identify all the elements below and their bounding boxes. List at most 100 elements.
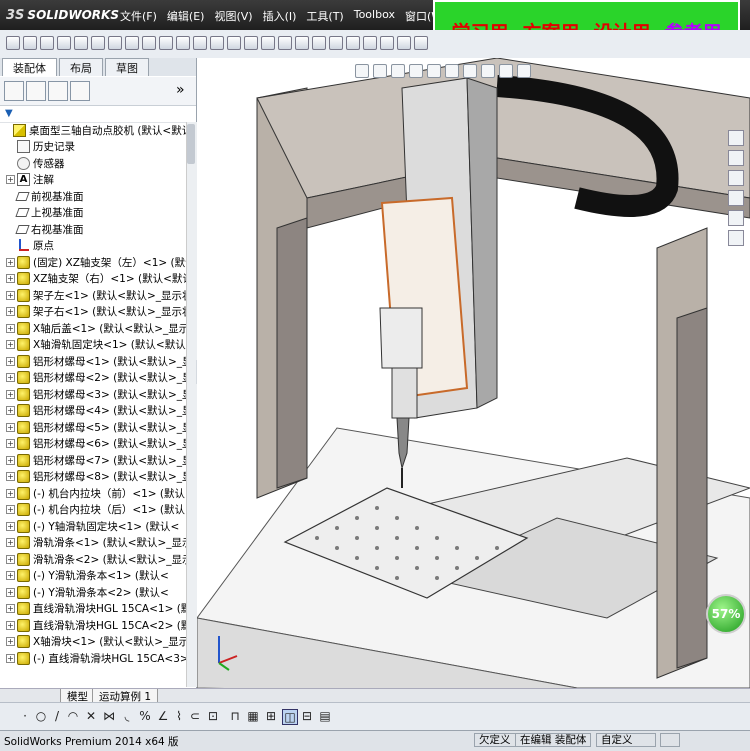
- tree-item[interactable]: + 铝形材螺母<8> (默认<默认>_显示状: [0, 469, 186, 485]
- expand-toggle-icon[interactable]: +: [6, 472, 15, 481]
- fillet-icon[interactable]: ◟: [120, 709, 134, 723]
- tree-item[interactable]: + 滑轨滑条<1> (默认<默认>_显示状: [0, 535, 186, 551]
- tree-item[interactable]: + 铝形材螺母<1> (默认<默认>_显示状: [0, 353, 186, 369]
- expand-toggle-icon[interactable]: +: [6, 340, 15, 349]
- performance-gauge[interactable]: 57%: [706, 594, 746, 634]
- expand-toggle-icon[interactable]: +: [6, 175, 15, 184]
- expand-toggle-icon[interactable]: +: [6, 439, 15, 448]
- tree-item[interactable]: + (-) 机台内拉块（前）<1> (默认<: [0, 485, 186, 501]
- help-status-icon[interactable]: [660, 733, 680, 747]
- panel-tab[interactable]: 布局: [59, 58, 103, 76]
- tree-scrollbar[interactable]: [186, 122, 197, 687]
- linear-pattern-icon[interactable]: [176, 36, 190, 50]
- configuration-manager-icon[interactable]: [48, 81, 68, 101]
- edit-appearance-icon[interactable]: [481, 64, 495, 78]
- table-icon[interactable]: ⊟: [300, 709, 314, 723]
- resources-icon[interactable]: [728, 130, 744, 146]
- display-style-icon[interactable]: [445, 64, 459, 78]
- tab-model[interactable]: 模型: [60, 689, 95, 703]
- view-settings-icon[interactable]: [517, 64, 531, 78]
- tree-item[interactable]: + 铝形材螺母<2> (默认<默认>_显示状: [0, 370, 186, 386]
- feature-tree-icon[interactable]: [4, 81, 24, 101]
- tree-item[interactable]: 原点: [0, 238, 186, 254]
- view-palette-icon[interactable]: [728, 190, 744, 206]
- tree-item[interactable]: 桌面型三轴自动点胶机 (默认<默认_显: [0, 122, 186, 138]
- expand-toggle-icon[interactable]: +: [6, 587, 15, 597]
- open-icon[interactable]: [23, 36, 37, 50]
- tree-item[interactable]: + (-) Y滑轨滑条本<2> (默认<: [0, 584, 186, 600]
- expand-toggle-icon[interactable]: +: [6, 505, 15, 514]
- menu-item[interactable]: 插入(I): [263, 8, 297, 24]
- expand-toggle-icon[interactable]: [6, 241, 15, 250]
- tree-item[interactable]: + 架子右<1> (默认<默认>_显示状态: [0, 304, 186, 320]
- tree-item[interactable]: + 架子左<1> (默认<默认>_显示状态: [0, 287, 186, 303]
- undo-icon[interactable]: [74, 36, 88, 50]
- rebuild-icon[interactable]: [108, 36, 122, 50]
- expand-toggle-icon[interactable]: +: [6, 637, 15, 646]
- print-icon[interactable]: [57, 36, 71, 50]
- arc-icon[interactable]: ◠: [66, 709, 80, 723]
- filter-icon[interactable]: ▼: [5, 108, 15, 119]
- measure-icon[interactable]: [397, 36, 411, 50]
- interference-icon[interactable]: [346, 36, 360, 50]
- mass-properties-icon[interactable]: [414, 36, 428, 50]
- panel-tab[interactable]: 装配体: [2, 58, 57, 76]
- expand-toggle-icon[interactable]: +: [6, 257, 15, 267]
- move-component-icon[interactable]: [210, 36, 224, 50]
- tree-item[interactable]: + 铝形材螺母<3> (默认<默认>_显示状: [0, 386, 186, 402]
- trim-icon[interactable]: ✕: [84, 709, 98, 723]
- expand-toggle-icon[interactable]: +: [6, 538, 15, 547]
- expand-toggle-icon[interactable]: +: [6, 620, 15, 630]
- expand-toggle-icon[interactable]: +: [6, 389, 15, 399]
- menu-item[interactable]: 文件(F): [120, 8, 157, 24]
- tree-item[interactable]: + A 注解: [0, 172, 186, 188]
- grid-icon[interactable]: ▦: [246, 709, 260, 723]
- solidworks-logo[interactable]: 3S SOLIDWORKS: [6, 6, 119, 24]
- exploded-view-icon[interactable]: [312, 36, 326, 50]
- tab-motion-study[interactable]: 运动算例 1: [92, 689, 159, 703]
- tree-scrollbar-thumb[interactable]: [187, 124, 195, 164]
- expand-toggle-icon[interactable]: +: [6, 604, 15, 613]
- assembly-features-icon[interactable]: [244, 36, 258, 50]
- tree-item[interactable]: + (-) Y滑轨滑条本<1> (默认<: [0, 568, 186, 584]
- tree-item[interactable]: + X轴后盖<1> (默认<默认>_显示状态: [0, 320, 186, 336]
- expand-toggle-icon[interactable]: +: [6, 653, 15, 663]
- spline-icon[interactable]: ∠: [156, 709, 170, 723]
- expand-toggle-icon[interactable]: +: [6, 406, 15, 415]
- bom-icon[interactable]: [295, 36, 309, 50]
- new-motion-study-icon[interactable]: [278, 36, 292, 50]
- expand-toggle-icon[interactable]: +: [6, 323, 15, 333]
- insert-component-icon[interactable]: [142, 36, 156, 50]
- hole-alignment-icon[interactable]: [380, 36, 394, 50]
- view-box-icon[interactable]: ◫: [282, 709, 298, 725]
- slot-icon[interactable]: ⊂: [188, 709, 202, 723]
- expand-toggle-icon[interactable]: +: [6, 422, 15, 432]
- expand-toggle-icon[interactable]: [6, 225, 15, 234]
- zoom-area-icon[interactable]: [373, 64, 387, 78]
- panel-tab[interactable]: 草图: [105, 58, 149, 76]
- view-orientation-icon[interactable]: [427, 64, 441, 78]
- dot-icon[interactable]: ·: [18, 709, 32, 723]
- expand-toggle-icon[interactable]: +: [6, 455, 15, 465]
- previous-view-icon[interactable]: [391, 64, 405, 78]
- mate-icon[interactable]: [159, 36, 173, 50]
- tree-item[interactable]: 历史记录: [0, 139, 186, 155]
- tree-item[interactable]: 传感器: [0, 155, 186, 171]
- menu-item[interactable]: 编辑(E): [167, 8, 205, 24]
- save-icon[interactable]: [40, 36, 54, 50]
- apply-scene-icon[interactable]: [499, 64, 513, 78]
- graphics-viewport[interactable]: [197, 58, 750, 688]
- expand-toggle-icon[interactable]: +: [6, 290, 15, 300]
- panel-icon[interactable]: ▤: [318, 709, 332, 723]
- tree-item[interactable]: + (固定) XZ轴支架（左）<1> (默认<默认_显: [0, 254, 186, 270]
- tree-item[interactable]: + 直线滑轨滑块HGL 15CA<1> (默认<: [0, 601, 186, 617]
- expand-toggle-icon[interactable]: +: [6, 356, 15, 366]
- menu-item[interactable]: Toolbox: [354, 8, 395, 24]
- circle-icon[interactable]: ○: [34, 709, 48, 723]
- expand-toggle-icon[interactable]: [6, 192, 15, 201]
- expand-panel-icon[interactable]: »: [176, 81, 196, 101]
- line-icon[interactable]: /: [50, 709, 64, 723]
- tree-item[interactable]: 上视基准面: [0, 205, 186, 221]
- tree-item[interactable]: 右视基准面: [0, 221, 186, 237]
- expand-toggle-icon[interactable]: [2, 126, 11, 135]
